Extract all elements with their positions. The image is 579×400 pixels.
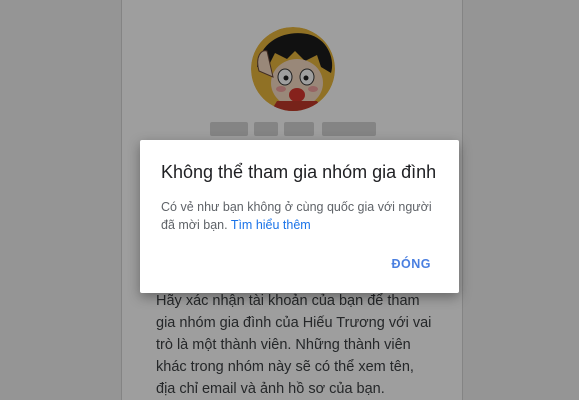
dialog-message: Có vẻ như bạn không ở cùng quốc gia với … [161,198,438,234]
dialog-title: Không thể tham gia nhóm gia đình [161,162,437,182]
learn-more-link[interactable]: Tìm hiểu thêm [231,218,311,232]
close-button[interactable]: ĐÓNG [392,257,432,271]
error-dialog: Không thể tham gia nhóm gia đình Có vẻ n… [140,140,459,293]
dialog-actions: ĐÓNG [392,255,432,273]
page: Hãy xác nhận tài khoản của bạn để tham g… [0,0,579,400]
